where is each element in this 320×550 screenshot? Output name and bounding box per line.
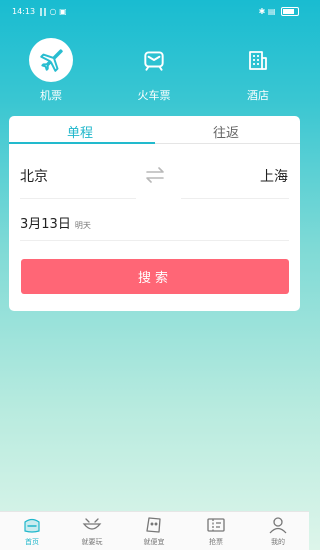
nav-flight[interactable]: 机票 <box>21 38 81 103</box>
plane-icon <box>29 38 73 82</box>
search-button[interactable]: 搜索 <box>21 259 289 294</box>
divider <box>20 198 136 199</box>
tab-divider <box>155 143 300 144</box>
top-category-nav: 机票 火车票 酒店 <box>0 38 309 108</box>
bottom-tab-tickets-label: 抢票 <box>209 538 223 546</box>
home-icon <box>7 514 57 536</box>
bottom-tab-home-label: 首页 <box>25 538 39 546</box>
swap-icon[interactable] <box>145 167 165 183</box>
nav-train-label: 火车票 <box>137 89 171 102</box>
user-icon <box>253 514 303 536</box>
bottom-tab-play-label: 就要玩 <box>81 538 103 546</box>
play-icon <box>67 514 117 536</box>
divider <box>20 240 289 241</box>
status-bar: 14:13 ‖‖ ○ ▣ ✱ ▤ <box>0 0 309 22</box>
nav-hotel-label: 酒店 <box>247 89 269 102</box>
ticket-icon <box>191 514 241 536</box>
booking-card: 单程 往返 北京 上海 3月13日 明天 搜索 <box>9 116 300 311</box>
bottom-tab-deals-label: 就便宜 <box>143 538 165 546</box>
signal-icons: ‖‖ ○ ▣ <box>39 7 67 16</box>
deal-icon <box>129 514 179 536</box>
date-note: 明天 <box>74 221 91 230</box>
hotel-icon <box>236 38 280 82</box>
bottom-tab-profile-label: 我的 <box>271 538 285 546</box>
departure-city[interactable]: 北京 <box>20 166 48 186</box>
train-icon <box>132 38 176 82</box>
nav-train[interactable]: 火车票 <box>124 38 184 103</box>
arrival-city[interactable]: 上海 <box>260 166 288 186</box>
trip-type-tabs: 单程 往返 <box>9 116 300 144</box>
bottom-tab-profile[interactable]: 我的 <box>253 514 303 547</box>
divider <box>181 198 289 199</box>
tab-round-trip[interactable]: 往返 <box>213 122 239 141</box>
status-right-icons: ✱ ▤ <box>259 7 299 16</box>
nav-flight-label: 机票 <box>40 89 62 102</box>
date-value: 3月13日 <box>20 217 71 232</box>
bottom-tab-play[interactable]: 就要玩 <box>67 514 117 547</box>
bottom-tab-home[interactable]: 首页 <box>7 514 57 547</box>
tab-one-way[interactable]: 单程 <box>67 122 93 141</box>
bluetooth-icon: ✱ ▤ <box>258 7 276 16</box>
bottom-tab-deals[interactable]: 就便宜 <box>129 514 179 547</box>
bottom-tab-bar: 首页 就要玩 就便宜 抢票 我的 <box>0 511 309 550</box>
active-tab-indicator <box>9 142 155 144</box>
battery-icon <box>281 7 299 16</box>
status-time: 14:13 <box>12 7 36 16</box>
departure-date[interactable]: 3月13日 明天 <box>20 213 91 232</box>
bottom-tab-tickets[interactable]: 抢票 <box>191 514 241 547</box>
nav-hotel[interactable]: 酒店 <box>228 38 288 103</box>
